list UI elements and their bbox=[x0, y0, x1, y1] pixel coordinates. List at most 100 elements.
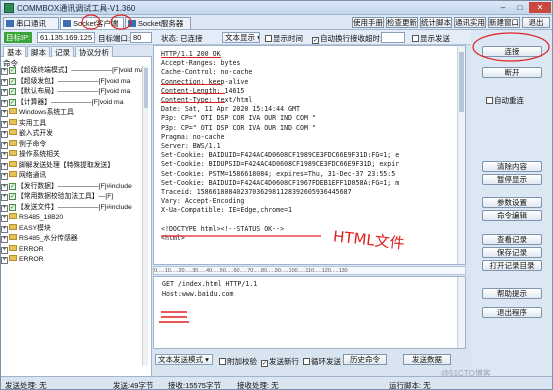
tree-item-label: 【常用数据校验加法工具】—[F] bbox=[17, 193, 114, 200]
tree-command[interactable]: + ✓ 【发送文件】——————[F]#include bbox=[1, 203, 149, 212]
expand-icon[interactable]: + bbox=[1, 68, 8, 75]
receive-line: Set-Cookie: BAIDUID=F424AC4D0608CF1989CE… bbox=[161, 151, 400, 160]
expand-icon[interactable]: + bbox=[1, 110, 8, 117]
expand-icon[interactable]: + bbox=[1, 204, 8, 212]
expand-icon[interactable]: + bbox=[1, 78, 8, 86]
expand-icon[interactable]: + bbox=[1, 141, 8, 149]
send-area[interactable]: GET /index.html HTTP/1.1 Host:www.baidu.c… bbox=[153, 276, 466, 349]
send-mode-select[interactable]: 文本发送模式 ▾ bbox=[155, 354, 213, 365]
tree-folder[interactable]: + ERROR bbox=[1, 244, 149, 254]
tree-folder[interactable]: + ERROR bbox=[1, 255, 149, 264]
send-newline-checkbox[interactable]: ✓ 发送新行 bbox=[261, 356, 299, 367]
tree-folder[interactable]: + EASY模块 bbox=[1, 223, 149, 233]
clear-button[interactable]: 清除内容 bbox=[482, 161, 542, 172]
tab-script[interactable]: 脚本 bbox=[27, 46, 50, 57]
tab-basic[interactable]: 基本 bbox=[3, 46, 26, 57]
tree-item-label: 嵌入式开发 bbox=[19, 130, 53, 137]
quit-program-button[interactable]: 退出程序 bbox=[482, 307, 542, 318]
command-edit-button[interactable]: 命令编辑 bbox=[482, 210, 542, 221]
expand-icon[interactable]: + bbox=[1, 236, 8, 243]
target-ip-input[interactable]: 61.135.169.125 bbox=[37, 32, 95, 43]
expand-icon[interactable]: + bbox=[1, 194, 8, 201]
receive-area[interactable]: HTTP/1.1 200 OK Accept-Ranges: bytes Cache… bbox=[153, 45, 466, 265]
tree-command[interactable]: + ✓ 【发行数据】——————[F]#include bbox=[1, 182, 149, 191]
show-send-checkbox[interactable]: 显示发送 bbox=[412, 33, 450, 44]
tab-socket-client[interactable]: Socket客户端 bbox=[60, 17, 124, 29]
checksum-checkbox[interactable]: 附加校验 bbox=[219, 356, 257, 367]
connect-button[interactable]: 连接 bbox=[482, 46, 542, 57]
new-window-button[interactable]: 新建窗口 bbox=[488, 17, 520, 28]
expand-icon[interactable]: + bbox=[1, 173, 8, 180]
tab-serial[interactable]: 串口通讯 bbox=[3, 17, 59, 29]
tab-protocol[interactable]: 协议分析 bbox=[75, 46, 113, 57]
timeout-input[interactable] bbox=[381, 32, 405, 43]
tree-command[interactable]: + ✓ 【计算器】——————[F]void ma bbox=[1, 98, 149, 107]
tree-folder[interactable]: + 网络通讯 bbox=[1, 171, 149, 180]
recv-process-status: 接收处理: 无 bbox=[237, 381, 279, 390]
view-record-button[interactable]: 查看记录 bbox=[482, 234, 542, 245]
tree-item-label: ERROR bbox=[19, 245, 44, 253]
tree-item-label: 【发行数据】——————[F]#include bbox=[17, 182, 132, 190]
command-scrollbar[interactable] bbox=[142, 66, 148, 366]
maximize-button[interactable]: □ bbox=[512, 2, 528, 13]
expand-icon[interactable]: + bbox=[1, 99, 8, 107]
target-port-input[interactable]: 80 bbox=[130, 32, 152, 43]
tree-folder[interactable]: + Windows系统工具 bbox=[1, 108, 149, 117]
tree-command[interactable]: + ✓ 【常用数据校验加法工具】—[F] bbox=[1, 192, 149, 201]
send-data-button[interactable]: 发送数据 bbox=[403, 354, 451, 365]
tree-folder[interactable]: + 操作系统相关 bbox=[1, 150, 149, 159]
socket-client-icon bbox=[63, 20, 71, 27]
receive-scrollbar[interactable] bbox=[457, 46, 465, 264]
tree-folder[interactable]: + 实用工具 bbox=[1, 118, 149, 128]
receive-line: P3p: CP=" OTI DSP COR IVA OUR IND COM " bbox=[161, 114, 316, 123]
command-check-icon: ✓ bbox=[9, 182, 16, 190]
help-button[interactable]: 帮助提示 bbox=[482, 288, 542, 299]
tree-folder[interactable]: + RS485_水分传感器 bbox=[1, 234, 149, 243]
serial-icon bbox=[6, 20, 14, 27]
disconnect-button[interactable]: 断开 bbox=[482, 67, 542, 78]
expand-icon[interactable]: + bbox=[1, 131, 8, 138]
folder-icon bbox=[9, 139, 17, 146]
auto-wrap-checkbox[interactable]: ✓ 自动换行 bbox=[312, 33, 350, 44]
display-mode-select[interactable]: 文本显示 ▾ bbox=[222, 32, 260, 43]
tree-command[interactable]: + ✓ 【超级终端模式】——————[F]void ma bbox=[1, 66, 149, 75]
minimize-button[interactable]: – bbox=[495, 2, 511, 13]
open-log-folder-button[interactable]: 打开记录目录 bbox=[482, 260, 542, 271]
close-button[interactable]: ✕ bbox=[529, 2, 551, 13]
auto-reconnect-checkbox[interactable]: 自动重连 bbox=[486, 95, 524, 106]
receive-scroll-thumb[interactable] bbox=[459, 52, 464, 112]
checksum-check-icon bbox=[219, 358, 226, 365]
expand-icon[interactable]: + bbox=[1, 120, 8, 128]
send-scrollbar[interactable] bbox=[457, 277, 465, 348]
history-button[interactable]: 历史命令 bbox=[343, 354, 387, 365]
receive-line: Set-Cookie: PSTM=1586618084; expires=Thu… bbox=[161, 169, 396, 178]
tree-command[interactable]: + ✓ 【默认布局】——————[F]void ma bbox=[1, 87, 149, 96]
check-update-button[interactable]: 检查更新 bbox=[386, 17, 418, 28]
comm-tools-button[interactable]: 通讯实用 bbox=[454, 17, 486, 28]
expand-icon[interactable]: + bbox=[1, 162, 8, 170]
save-record-button[interactable]: 保存记录 bbox=[482, 247, 542, 258]
pause-display-button[interactable]: 暂停显示 bbox=[482, 174, 542, 185]
command-scroll-thumb[interactable] bbox=[144, 68, 148, 108]
param-settings-button[interactable]: 参数设置 bbox=[482, 197, 542, 208]
run-script-status: 运行脚本: 无 bbox=[389, 381, 431, 390]
tree-folder[interactable]: + 嵌入式开发 bbox=[1, 129, 149, 138]
tree-command[interactable]: + ✓ 【超级发包】——————[F]void ma bbox=[1, 77, 149, 86]
expand-icon[interactable]: + bbox=[1, 225, 8, 233]
expand-icon[interactable]: + bbox=[1, 257, 8, 264]
tree-folder[interactable]: + 例子命令 bbox=[1, 139, 149, 149]
exit-button[interactable]: 退出 bbox=[522, 17, 550, 28]
loop-send-checkbox[interactable]: 循环发送 bbox=[303, 356, 341, 367]
manual-button[interactable]: 使用手册 bbox=[352, 17, 384, 28]
expand-icon[interactable]: + bbox=[1, 152, 8, 159]
tree-folder[interactable]: + 脚解发送处理【特殊提取发送】 bbox=[1, 160, 149, 170]
stats-script-button[interactable]: 统计脚本 bbox=[420, 17, 452, 28]
tab-socket-server[interactable]: Socket服务器 bbox=[125, 17, 191, 29]
show-time-checkbox[interactable]: 显示时间 bbox=[265, 33, 303, 44]
tree-folder[interactable]: + RS485_18B20 bbox=[1, 213, 149, 222]
expand-icon[interactable]: + bbox=[1, 183, 8, 191]
tab-record[interactable]: 记录 bbox=[51, 46, 74, 57]
expand-icon[interactable]: + bbox=[1, 215, 8, 222]
expand-icon[interactable]: + bbox=[1, 246, 8, 254]
expand-icon[interactable]: + bbox=[1, 89, 8, 96]
